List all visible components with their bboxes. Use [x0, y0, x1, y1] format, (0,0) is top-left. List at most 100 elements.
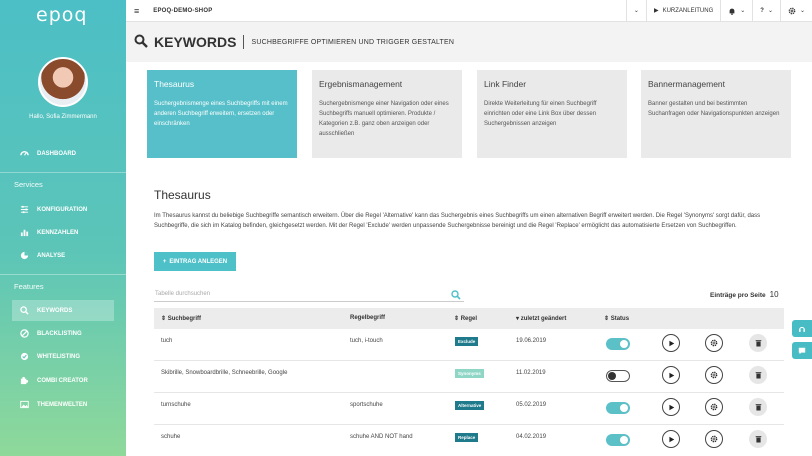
card-title: Ergebnismanagement — [319, 79, 403, 89]
shop-selector-label[interactable]: EPOQ-DEMO-SHOP — [147, 8, 626, 14]
sidebar-item-whitelisting[interactable]: WHITELISTING — [12, 346, 114, 367]
sidebar-item-blacklisting[interactable]: BLACKLISTING — [12, 323, 114, 344]
help-button[interactable]: ? ⌄ — [752, 0, 780, 22]
trash-icon — [755, 372, 761, 379]
play-icon: ▶ — [653, 8, 659, 14]
delete-button[interactable] — [749, 430, 767, 448]
headset-icon — [799, 326, 805, 332]
avatar[interactable] — [38, 57, 88, 107]
image-icon — [20, 400, 29, 409]
add-entry-button[interactable]: + EINTRAG ANLEGEN — [154, 252, 236, 271]
rule-badge: Alternative — [455, 401, 485, 410]
chevron-down-icon: ⌄ — [633, 8, 639, 14]
search-icon — [134, 34, 148, 48]
date-cell: 04.02.2019 — [516, 434, 547, 440]
settings-button[interactable] — [705, 334, 723, 352]
rule-term-cell: sportschuhe — [350, 402, 383, 408]
card-thesaurus[interactable]: Thesaurus Suchergebnismenge eines Suchbe… — [147, 70, 297, 158]
bar-chart-icon — [20, 229, 29, 237]
term-cell: schuhe — [161, 434, 181, 440]
chat-tab[interactable] — [792, 342, 812, 359]
card-description: Suchergebnismenge eines Suchbegriffs mit… — [154, 101, 288, 127]
status-toggle[interactable] — [606, 338, 630, 350]
column-header: Regel — [460, 316, 478, 322]
sidebar-item-dashboard[interactable]: DASHBOARD — [12, 143, 114, 164]
settings-button[interactable] — [705, 366, 723, 384]
rule-badge: Replace — [455, 433, 479, 442]
sidebar-item-themenwelten[interactable]: THEMENWELTEN — [12, 394, 114, 415]
page-title: KEYWORDS — [154, 34, 237, 50]
sort-date[interactable]: ▾ zuletzt geändert — [516, 315, 566, 322]
tutorial-label: KURZANLEITUNG — [662, 7, 714, 14]
tutorial-button[interactable]: ▶ KURZANLEITUNG — [645, 0, 720, 22]
date-cell: 05.02.2019 — [516, 402, 547, 408]
epoq-logo[interactable]: epoq — [36, 4, 87, 26]
table-row: turnschuhe sportschuhe Alternative 05.02… — [154, 394, 784, 425]
card-bannermanagement[interactable]: Bannermanagement Banner gestalten und be… — [641, 70, 791, 158]
card-title: Thesaurus — [154, 79, 195, 89]
sidebar-item-label: KEYWORDS — [37, 307, 73, 314]
card-description: Direkte Weiterleitung für einen Suchbegr… — [484, 101, 597, 127]
settings-button[interactable]: ⌄ — [779, 0, 812, 22]
settings-button[interactable] — [705, 398, 723, 416]
status-toggle[interactable] — [606, 434, 630, 446]
play-button[interactable] — [662, 366, 680, 384]
play-button[interactable] — [662, 398, 680, 416]
sort-suchbegriff[interactable]: ⇕ Suchbegriff — [161, 315, 201, 322]
status-toggle[interactable] — [606, 370, 630, 382]
chevron-down-icon: ⌄ — [740, 8, 746, 14]
card-ergebnismanagement[interactable]: Ergebnismanagement Suchergebnismenge ein… — [312, 70, 462, 158]
rule-term-cell: schuhe AND NOT hand — [350, 434, 413, 440]
sidebar-item-combi-creator[interactable]: COMBI CREATOR — [12, 370, 114, 391]
gear-icon — [788, 7, 796, 14]
rule-badge: Synonyms — [455, 369, 484, 378]
column-header: zuletzt geändert — [520, 316, 567, 322]
shop-dropdown[interactable]: ⌄ — [625, 0, 646, 22]
sidebar-item-label: BLACKLISTING — [37, 330, 82, 337]
term-cell: tuch — [161, 338, 173, 344]
play-icon — [668, 372, 674, 378]
topbar: ≡ EPOQ-DEMO-SHOP ⌄ ▶ KURZANLEITUNG ⌄ ? ⌄… — [126, 0, 812, 22]
gear-icon — [710, 339, 718, 347]
sidebar-item-analyse[interactable]: ANALYSE — [12, 245, 114, 266]
column-header: Status — [610, 316, 630, 322]
date-cell: 19.06.2019 — [516, 338, 547, 344]
delete-button[interactable] — [749, 398, 767, 416]
sidebar-item-kennzahlen[interactable]: KENNZAHLEN — [12, 222, 114, 243]
search-icon[interactable] — [451, 290, 461, 300]
dashboard-icon — [20, 150, 29, 156]
menu-icon[interactable]: ≡ — [126, 6, 147, 16]
sidebar-item-konfiguration[interactable]: KONFIGURATION — [12, 199, 114, 220]
rule-term-cell: tuch, i-touch — [350, 338, 383, 344]
settings-button[interactable] — [705, 430, 723, 448]
card-title: Link Finder — [484, 79, 527, 89]
divider — [0, 274, 126, 275]
trash-icon — [755, 436, 761, 443]
sidebar-item-keywords[interactable]: KEYWORDS — [12, 300, 114, 321]
trash-icon — [755, 404, 761, 411]
support-tab[interactable] — [792, 320, 812, 337]
gear-icon — [710, 435, 718, 443]
card-description: Banner gestalten und bei bestimmten Such… — [648, 101, 780, 117]
table-search-input[interactable]: Tabelle durchsuchen — [154, 286, 464, 302]
sort-status[interactable]: ⇕ Status — [604, 315, 629, 322]
gear-icon — [710, 403, 718, 411]
sidebar-item-label: KONFIGURATION — [37, 206, 88, 213]
divider — [243, 35, 245, 49]
pie-chart-icon — [20, 251, 29, 260]
sort-regel[interactable]: ⇕ Regel — [454, 315, 477, 322]
chevron-down-icon: ⌄ — [767, 8, 773, 14]
play-button[interactable] — [662, 334, 680, 352]
delete-button[interactable] — [749, 366, 767, 384]
sidebar-item-label: WHITELISTING — [37, 353, 80, 360]
per-page-value[interactable]: 10 — [770, 290, 779, 299]
card-link-finder[interactable]: Link Finder Direkte Weiterleitung für ei… — [477, 70, 627, 158]
card-description: Suchergebnismenge einer Navigation oder … — [319, 101, 449, 137]
page-header: KEYWORDS SUCHBEGRIFFE OPTIMIEREN UND TRI… — [126, 22, 812, 62]
status-toggle[interactable] — [606, 402, 630, 414]
sidebar-item-label: DASHBOARD — [37, 150, 76, 157]
delete-button[interactable] — [749, 334, 767, 352]
play-button[interactable] — [662, 430, 680, 448]
notifications-button[interactable]: ⌄ — [720, 0, 752, 22]
entries-per-page[interactable]: Einträge pro Seite 10 — [710, 290, 779, 299]
